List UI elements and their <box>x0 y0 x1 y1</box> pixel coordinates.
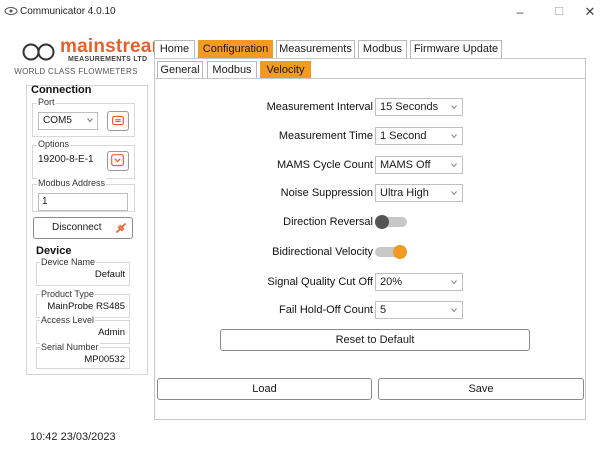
noise-suppression-select[interactable]: Ultra High <box>375 184 463 202</box>
port-select[interactable]: COM5 <box>38 112 98 130</box>
configuration-panel: General Modbus Velocity Measurement Inte… <box>154 58 586 420</box>
measurement-interval-value: 15 Seconds <box>380 101 439 113</box>
serial-number-field: Serial Number MP00532 <box>36 342 130 369</box>
chevron-down-icon <box>87 118 93 123</box>
signal-quality-cut-off-select[interactable]: 20% <box>375 273 463 291</box>
access-level-field: Access Level Admin <box>36 315 130 344</box>
mams-cycle-count-select[interactable]: MAMS Off <box>375 156 463 174</box>
serial-number-value: MP00532 <box>84 354 125 365</box>
brand-subtitle: MEASUREMENTS LTD <box>68 56 148 63</box>
reset-to-default-button[interactable]: Reset to Default <box>220 329 530 351</box>
bidirectional-velocity-toggle[interactable] <box>375 245 407 259</box>
chevron-down-icon <box>451 134 457 139</box>
chevron-down-icon <box>451 191 457 196</box>
tab-modbus[interactable]: Modbus <box>358 40 407 58</box>
noise-suppression-label: Noise Suppression <box>280 187 373 199</box>
measurement-time-label: Measurement Time <box>278 130 373 142</box>
refresh-icon <box>112 115 124 126</box>
measurement-interval-select[interactable]: 15 Seconds <box>375 98 463 116</box>
device-title: Device <box>36 245 72 257</box>
brand-tagline: WORLD CLASS FLOWMETERS <box>14 67 138 76</box>
product-type-label: Product Type <box>40 289 95 299</box>
chevron-down-icon <box>451 163 457 168</box>
access-level-value: Admin <box>98 327 125 338</box>
product-type-value: MainProbe RS485 <box>47 301 125 312</box>
refresh-port-button[interactable] <box>107 111 129 131</box>
plug-icon <box>116 223 126 233</box>
fail-hold-off-count-value: 5 <box>380 304 387 316</box>
mams-cycle-count-value: MAMS Off <box>380 159 431 171</box>
measurement-interval-label: Measurement Interval <box>266 101 373 113</box>
disconnect-button[interactable]: Disconnect <box>33 217 133 239</box>
measurement-time-select[interactable]: 1 Second <box>375 127 463 145</box>
device-name-label: Device Name <box>40 257 97 267</box>
brand-logo: mainstream MEASUREMENTS LTD <box>22 36 168 64</box>
subtab-modbus[interactable]: Modbus <box>207 61 257 78</box>
toggle-knob <box>393 245 407 259</box>
window-title: Communicator 4.0.10 <box>20 6 116 17</box>
chevron-down-icon <box>451 105 457 110</box>
device-name-value: Default <box>94 269 125 280</box>
serial-number-label: Serial Number <box>40 342 100 352</box>
disconnect-label: Disconnect <box>52 222 102 233</box>
device-name-field: Device Name Default <box>36 257 130 286</box>
direction-reversal-label: Direction Reversal <box>283 216 373 228</box>
options-value: 19200-8-E-1 <box>38 154 94 165</box>
chevron-down-icon <box>451 280 457 285</box>
subtab-velocity[interactable]: Velocity <box>260 61 311 78</box>
save-button[interactable]: Save <box>378 378 584 400</box>
noise-suppression-value: Ultra High <box>380 187 429 199</box>
minimize-button[interactable]: – <box>505 2 535 22</box>
chevron-down-icon <box>451 308 457 313</box>
app-icon <box>4 7 18 15</box>
direction-reversal-toggle[interactable] <box>375 215 407 229</box>
status-datetime: 10:42 23/03/2023 <box>30 431 116 443</box>
modbus-address-input[interactable]: 1 <box>38 193 128 211</box>
tab-measurements[interactable]: Measurements <box>276 40 355 58</box>
measurement-time-value: 1 Second <box>380 130 427 142</box>
maximize-button[interactable]: ☐ <box>544 2 574 22</box>
signal-quality-cut-off-label: Signal Quality Cut Off <box>267 276 373 288</box>
brand-name: mainstream <box>60 36 169 57</box>
tab-home[interactable]: Home <box>154 40 195 58</box>
subtab-general[interactable]: General <box>157 61 203 78</box>
port-value: COM5 <box>43 115 72 126</box>
port-label: Port <box>37 97 56 107</box>
options-label: Options <box>37 139 71 149</box>
tab-configuration[interactable]: Configuration <box>198 40 273 58</box>
load-button[interactable]: Load <box>157 378 372 400</box>
modbus-address-label: Modbus Address <box>37 178 107 188</box>
close-button[interactable]: ✕ <box>575 2 600 22</box>
fail-hold-off-count-select[interactable]: 5 <box>375 301 463 319</box>
fail-hold-off-count-label: Fail Hold-Off Count <box>279 304 373 316</box>
mams-cycle-count-label: MAMS Cycle Count <box>277 159 373 171</box>
bidirectional-velocity-label: Bidirectional Velocity <box>272 246 373 258</box>
chevron-down-icon <box>111 154 124 167</box>
logo-rings-icon <box>22 43 55 61</box>
access-level-label: Access Level <box>40 315 96 325</box>
tab-firmware-update[interactable]: Firmware Update <box>410 40 502 58</box>
options-expand-button[interactable] <box>107 151 129 171</box>
toggle-knob <box>375 215 389 229</box>
title-bar: Communicator 4.0.10 – ☐ ✕ <box>0 0 600 24</box>
signal-quality-cut-off-value: 20% <box>380 276 403 288</box>
connection-title: Connection <box>31 84 92 96</box>
